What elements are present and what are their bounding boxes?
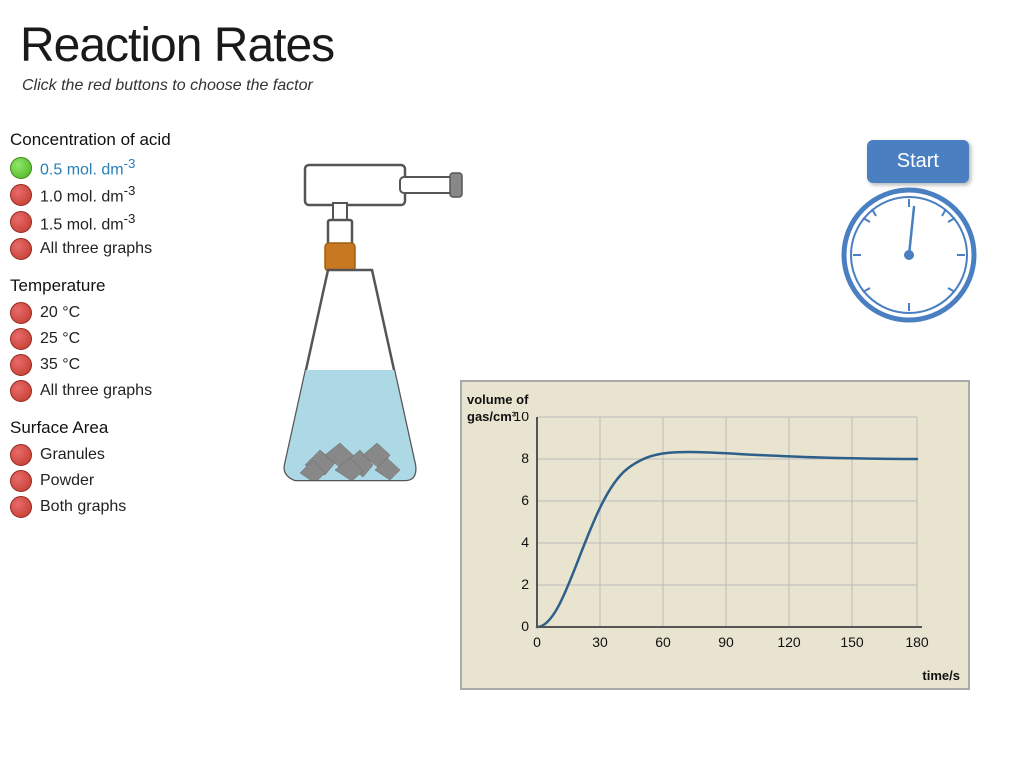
concentration-option-allthree[interactable]: All three graphs: [10, 238, 250, 260]
start-button[interactable]: Start: [867, 140, 969, 183]
concentration-label-2: 1.0 mol. dm-3: [40, 183, 135, 206]
dot-red-icon-t3: [10, 354, 32, 376]
concentration-option-1[interactable]: 0.5 mol. dm-3: [10, 156, 250, 179]
svg-text:150: 150: [840, 634, 864, 650]
dot-red-icon-t2: [10, 328, 32, 350]
svg-text:60: 60: [655, 634, 671, 650]
graph-area: volume ofgas/cm³ time/s 0 2 4 6 8: [460, 380, 970, 690]
dot-red-icon-t1: [10, 302, 32, 324]
concentration-label-1: 0.5 mol. dm-3: [40, 156, 135, 179]
dot-red-icon-c3: [10, 211, 32, 233]
dot-red-icon-c2: [10, 184, 32, 206]
surface-label-1: Granules: [40, 446, 105, 464]
temperature-option-2[interactable]: 25 °C: [10, 328, 250, 350]
svg-text:4: 4: [521, 534, 529, 550]
svg-text:180: 180: [905, 634, 929, 650]
temperature-option-1[interactable]: 20 °C: [10, 302, 250, 324]
flask-svg: [245, 155, 465, 555]
subtitle: Click the red buttons to choose the fact…: [0, 73, 1024, 105]
svg-text:30: 30: [592, 634, 608, 650]
dot-red-icon-c4: [10, 238, 32, 260]
graph-x-label: time/s: [922, 668, 960, 683]
clock-container: [839, 185, 979, 325]
temperature-label-2: 25 °C: [40, 330, 80, 348]
surface-option-bothgraphs[interactable]: Both graphs: [10, 496, 250, 518]
temperature-label-3: 35 °C: [40, 356, 80, 374]
clock-svg: [839, 185, 979, 325]
temperature-option-3[interactable]: 35 °C: [10, 354, 250, 376]
concentration-option-2[interactable]: 1.0 mol. dm-3: [10, 183, 250, 206]
concentration-title: Concentration of acid: [10, 130, 250, 150]
surface-title: Surface Area: [10, 418, 250, 438]
svg-text:8: 8: [521, 450, 529, 466]
dot-green-icon: [10, 157, 32, 179]
svg-text:2: 2: [521, 576, 529, 592]
temperature-option-allthree[interactable]: All three graphs: [10, 380, 250, 402]
svg-text:10: 10: [513, 412, 529, 424]
dot-red-icon-s3: [10, 496, 32, 518]
surface-label-2: Powder: [40, 472, 94, 490]
surface-label-bothgraphs: Both graphs: [40, 498, 126, 516]
svg-text:120: 120: [777, 634, 801, 650]
svg-text:0: 0: [533, 634, 541, 650]
temperature-title: Temperature: [10, 276, 250, 296]
surface-option-2[interactable]: Powder: [10, 470, 250, 492]
dot-red-icon-t4: [10, 380, 32, 402]
dot-red-icon-s2: [10, 470, 32, 492]
concentration-label-allthree: All three graphs: [40, 240, 152, 258]
temperature-label-1: 20 °C: [40, 304, 80, 322]
temperature-label-allthree: All three graphs: [40, 382, 152, 400]
page-title: Reaction Rates: [0, 0, 1024, 73]
concentration-option-3[interactable]: 1.5 mol. dm-3: [10, 211, 250, 234]
svg-text:0: 0: [521, 618, 529, 634]
concentration-label-3: 1.5 mol. dm-3: [40, 211, 135, 234]
svg-text:90: 90: [718, 634, 734, 650]
left-panel: Concentration of acid 0.5 mol. dm-3 1.0 …: [10, 130, 250, 522]
svg-text:6: 6: [521, 492, 529, 508]
graph-svg: 0 2 4 6 8 10 0 30 60 90 120 150 180: [507, 412, 937, 667]
surface-option-1[interactable]: Granules: [10, 444, 250, 466]
dot-red-icon-s1: [10, 444, 32, 466]
